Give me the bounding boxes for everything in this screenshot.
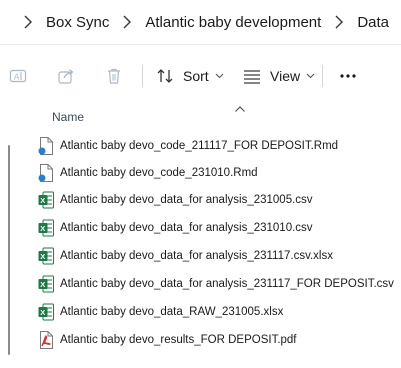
sort-icon xyxy=(156,67,174,85)
file-row[interactable]: X Atlantic baby devo_data_for analysis_2… xyxy=(0,242,401,270)
file-name: Atlantic baby devo_data_RAW_231005.xlsx xyxy=(60,306,284,318)
rename-icon: A xyxy=(8,66,28,86)
file-row[interactable]: Atlantic baby devo_code_211117_FOR DEPOS… xyxy=(0,132,401,160)
share-button[interactable] xyxy=(56,61,76,91)
breadcrumb-item-box-sync[interactable]: Box Sync xyxy=(46,14,109,31)
file-row[interactable]: X Atlantic baby devo_data_for analysis_2… xyxy=(0,186,401,214)
toolbar-divider xyxy=(142,65,143,87)
excel-file-icon: X xyxy=(38,247,54,265)
rmd-file-icon xyxy=(38,137,54,155)
chevron-down-icon xyxy=(306,73,315,79)
more-horizontal-icon xyxy=(338,66,358,86)
svg-text:X: X xyxy=(40,196,45,205)
file-row[interactable]: X Atlantic baby devo_data_for analysis_2… xyxy=(0,270,401,298)
file-row[interactable]: X Atlantic baby devo_data_RAW_231005.xls… xyxy=(0,298,401,326)
toolbar-divider xyxy=(322,65,323,87)
file-name: Atlantic baby devo_code_231010.Rmd xyxy=(60,167,258,179)
file-name: Atlantic baby devo_data_for analysis_231… xyxy=(60,194,313,206)
svg-text:X: X xyxy=(40,252,45,261)
sort-ascending-icon xyxy=(234,100,246,118)
svg-text:X: X xyxy=(40,308,45,317)
sort-button[interactable]: Sort xyxy=(156,61,224,91)
file-name: Atlantic baby devo_code_211117_FOR DEPOS… xyxy=(60,140,339,152)
share-icon xyxy=(56,66,76,86)
column-header-row: Name xyxy=(0,106,401,128)
rmd-file-icon xyxy=(38,164,54,182)
file-row[interactable]: Atlantic baby devo_results_FOR DEPOSIT.p… xyxy=(0,326,401,354)
sort-label: Sort xyxy=(183,68,209,84)
command-bar: A Sort View xyxy=(0,44,401,106)
breadcrumb-item-atlantic-baby-development[interactable]: Atlantic baby development xyxy=(145,14,321,31)
svg-text:X: X xyxy=(40,280,45,289)
chevron-right-icon[interactable] xyxy=(321,15,357,29)
svg-text:X: X xyxy=(40,224,45,233)
breadcrumb: Box Sync Atlantic baby development Data xyxy=(0,0,401,44)
view-label: View xyxy=(270,68,301,84)
svg-text:A: A xyxy=(14,73,20,82)
excel-file-icon: X xyxy=(38,303,54,321)
rename-button[interactable]: A xyxy=(8,61,28,91)
pdf-file-icon xyxy=(38,331,54,349)
file-name: Atlantic baby devo_data_for analysis_231… xyxy=(60,278,394,290)
breadcrumb-item-data[interactable]: Data xyxy=(357,14,389,31)
more-options-button[interactable] xyxy=(338,61,358,91)
view-button[interactable]: View xyxy=(243,61,315,91)
delete-button[interactable] xyxy=(104,61,124,91)
chevron-right-icon[interactable] xyxy=(109,15,145,29)
file-name: Atlantic baby devo_data_for analysis_231… xyxy=(60,250,333,262)
breadcrumb-overflow[interactable] xyxy=(0,0,10,44)
excel-file-icon: X xyxy=(38,191,54,209)
file-name: Atlantic baby devo_data_for analysis_231… xyxy=(60,222,313,234)
excel-file-icon: X xyxy=(38,275,54,293)
file-row[interactable]: Atlantic baby devo_code_231010.Rmd xyxy=(0,159,401,187)
column-header-name[interactable]: Name xyxy=(52,110,84,124)
chevron-right-icon[interactable] xyxy=(10,15,46,29)
file-row[interactable]: X Atlantic baby devo_data_for analysis_2… xyxy=(0,214,401,242)
trash-icon xyxy=(104,66,124,86)
chevron-down-icon xyxy=(215,73,224,79)
view-list-icon xyxy=(243,67,261,85)
excel-file-icon: X xyxy=(38,219,54,237)
file-name: Atlantic baby devo_results_FOR DEPOSIT.p… xyxy=(60,334,297,346)
